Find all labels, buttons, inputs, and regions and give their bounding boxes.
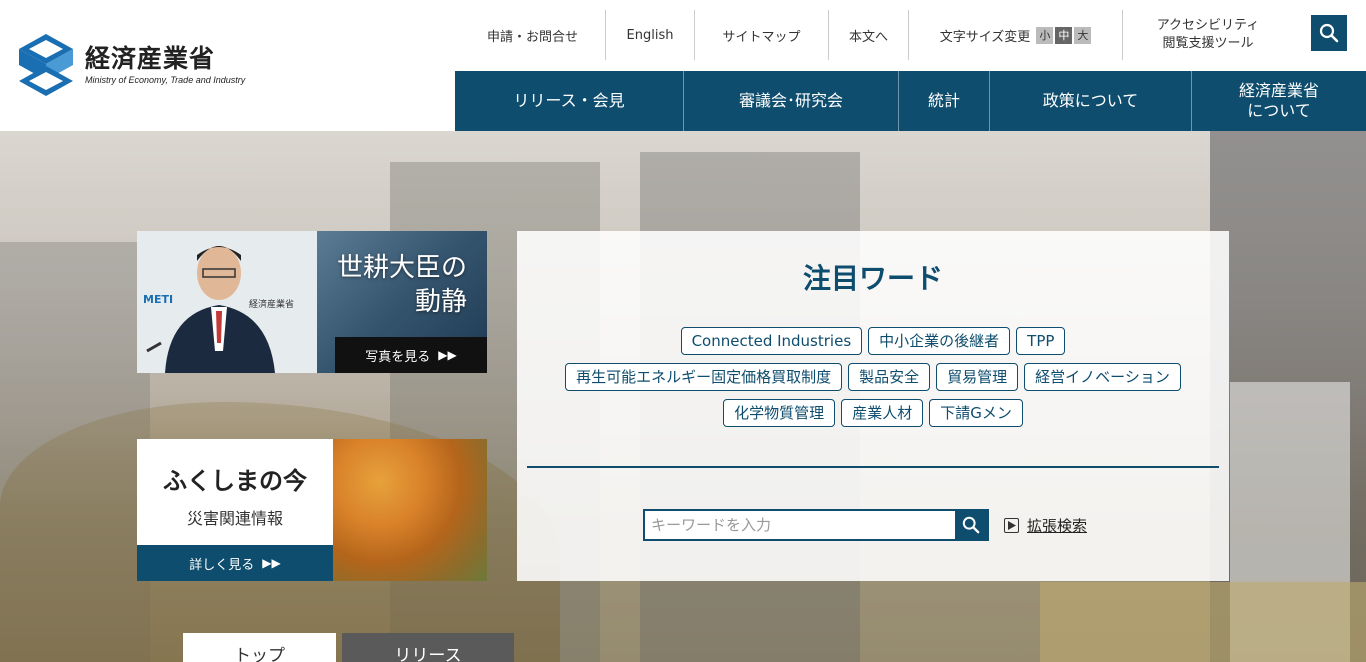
search-icon: [962, 516, 980, 534]
featured-words-tags: Connected Industries 中小企業の後継者 TPP 再生可能エネ…: [537, 323, 1209, 431]
view-photos-label: 写真を見る: [365, 349, 431, 365]
minister-card[interactable]: METI 経済産業省 世耕大臣の 動静 写真を見る ▶▶: [137, 231, 487, 373]
font-size-control: 文字サイズ変更 小 中 大: [909, 10, 1123, 60]
play-icon: [1004, 518, 1019, 533]
site-logo[interactable]: 経済産業省 Ministry of Economy, Trade and Ind…: [19, 34, 245, 96]
nav-about[interactable]: 経済産業省 について: [1192, 71, 1366, 131]
tag-chemical-management[interactable]: 化学物質管理: [723, 399, 836, 427]
logo-title: 経済産業省: [85, 44, 216, 73]
background-ground: [1040, 582, 1366, 662]
view-photos-button[interactable]: 写真を見る ▶▶: [335, 337, 487, 373]
fukushima-more-label: 詳しく見る: [189, 557, 255, 573]
tag-sme-successor[interactable]: 中小企業の後継者: [868, 327, 1011, 355]
header-search-button[interactable]: [1311, 15, 1347, 51]
keyword-search-box: [643, 509, 989, 541]
meti-badge-jp: 経済産業省: [249, 300, 295, 310]
tag-industrial-human-resources[interactable]: 産業人材: [841, 399, 924, 427]
tag-tpp[interactable]: TPP: [1016, 327, 1066, 355]
logo-subtitle: Ministry of Economy, Trade and Industry: [85, 75, 246, 85]
nav-council[interactable]: 審議会･研究会: [684, 71, 899, 131]
nav-policy[interactable]: 政策について: [990, 71, 1192, 131]
tag-feed-in-tariff[interactable]: 再生可能エネルギー固定価格買取制度: [565, 363, 843, 391]
font-size-label: 文字サイズ変更: [939, 29, 1031, 45]
keyword-search-input[interactable]: [645, 511, 955, 539]
fukushima-title: ふくしまの今: [163, 467, 307, 495]
accessibility-tool-link[interactable]: アクセシビリティ 閲覧支援ツール: [1123, 10, 1293, 60]
advanced-search-link[interactable]: 拡張検索: [1004, 515, 1087, 536]
minister-photo: METI 経済産業省: [137, 231, 332, 373]
double-chevron-right-icon: ▶▶: [262, 556, 281, 570]
search-icon: [1319, 23, 1339, 43]
featured-words-panel: 注目ワード Connected Industries 中小企業の後継者 TPP …: [517, 231, 1229, 581]
skip-to-content-link[interactable]: 本文へ: [829, 10, 909, 60]
nav-release[interactable]: リリース・会見: [455, 71, 684, 131]
tag-subcontract-gmen[interactable]: 下請Gメン: [929, 399, 1023, 427]
fukushima-more-button[interactable]: 詳しく見る ▶▶: [137, 545, 333, 581]
font-size-small-button[interactable]: 小: [1036, 26, 1054, 44]
meti-badge: METI: [143, 293, 174, 306]
main-nav: リリース・会見 審議会･研究会 統計 政策について 経済産業省 について: [455, 71, 1366, 131]
font-size-medium-button[interactable]: 中: [1055, 26, 1073, 44]
contact-link[interactable]: 申請・お問合せ: [460, 10, 606, 60]
sitemap-link[interactable]: サイトマップ: [695, 10, 829, 60]
featured-words-title: 注目ワード: [802, 262, 943, 295]
advanced-search-label: 拡張検索: [1027, 517, 1088, 535]
hero-section: METI 経済産業省 世耕大臣の 動静 写真を見る ▶▶ ふくしまの今 災害関連…: [0, 131, 1366, 662]
accessibility-line2: 閲覧支援ツール: [1162, 36, 1254, 51]
double-chevron-right-icon: ▶▶: [438, 348, 457, 362]
panel-divider: [527, 466, 1219, 468]
site-header: 経済産業省 Ministry of Economy, Trade and Ind…: [0, 0, 1366, 131]
font-size-large-button[interactable]: 大: [1074, 26, 1092, 44]
tag-product-safety[interactable]: 製品安全: [848, 363, 931, 391]
minister-title-line1: 世耕大臣の: [336, 253, 467, 283]
content-tabs: トップ リリース: [183, 633, 520, 662]
nav-statistics[interactable]: 統計: [899, 71, 990, 131]
fukushima-subtitle: 災害関連情報: [186, 509, 283, 528]
keyword-search-button[interactable]: [955, 511, 987, 539]
autumn-leaves-image: [333, 439, 487, 581]
nav-about-line2: について: [1247, 101, 1311, 120]
tag-connected-industries[interactable]: Connected Industries: [680, 327, 863, 355]
meti-logo-mark-icon: [19, 34, 73, 96]
tag-management-innovation[interactable]: 経営イノベーション: [1024, 363, 1181, 391]
minister-title-line2: 動静: [414, 287, 467, 317]
utility-nav: 申請・お問合せ English サイトマップ 本文へ 文字サイズ変更 小 中 大…: [460, 10, 1293, 60]
english-link[interactable]: English: [606, 10, 695, 60]
minister-card-title: 世耕大臣の 動静: [337, 251, 467, 319]
tab-release[interactable]: リリース: [342, 633, 514, 662]
accessibility-line1: アクセシビリティ: [1156, 18, 1260, 33]
fukushima-card[interactable]: ふくしまの今 災害関連情報 詳しく見る ▶▶: [137, 439, 487, 581]
nav-about-line1: 経済産業省: [1238, 81, 1319, 100]
tab-top[interactable]: トップ: [183, 633, 336, 662]
tag-trade-control[interactable]: 貿易管理: [936, 363, 1019, 391]
